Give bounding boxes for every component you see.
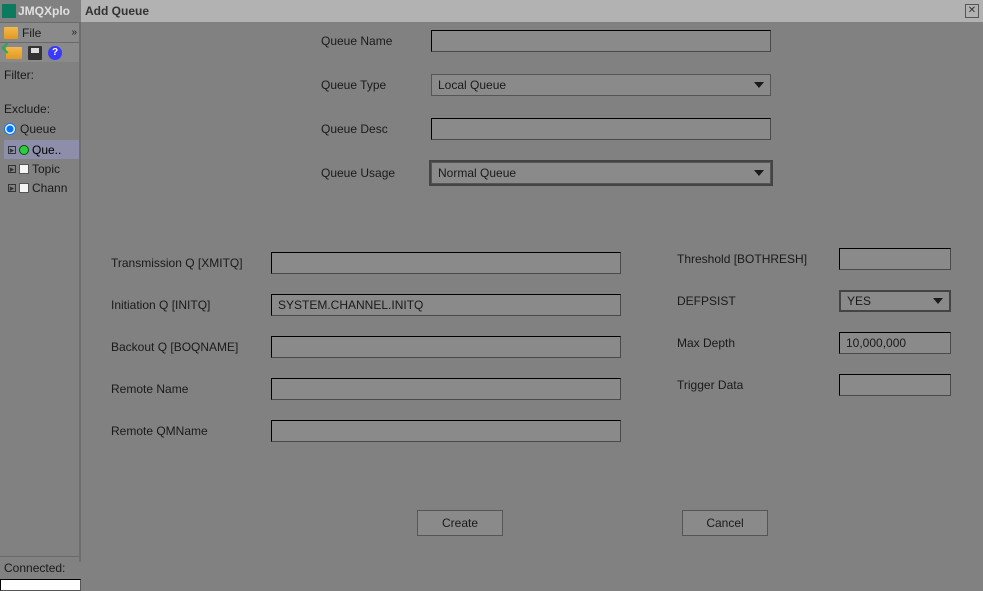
app-title: JMQXplo — [18, 4, 70, 18]
app-icon — [2, 4, 16, 18]
queue-radio-row[interactable]: Queue — [0, 116, 81, 136]
queue-type-select[interactable]: Local Queue — [431, 74, 771, 96]
queue-name-label: Queue Name — [321, 34, 431, 48]
trigger-data-label: Trigger Data — [677, 378, 839, 392]
status-bar: Connected: — [0, 556, 81, 591]
cancel-button-label: Cancel — [706, 516, 743, 530]
queue-type-value: Local Queue — [438, 78, 506, 92]
chevron-down-icon — [933, 298, 943, 304]
menu-bar: File » — [0, 22, 81, 42]
queue-node-icon — [19, 145, 29, 155]
open-icon[interactable] — [6, 47, 22, 59]
queue-usage-label: Queue Usage — [321, 166, 431, 180]
form-left-section: Transmission Q [XMITQ] Initiation Q [INI… — [111, 252, 671, 462]
toolbar: ? — [0, 42, 81, 62]
tree-expand-icon[interactable]: ▸ — [8, 146, 16, 154]
queue-type-label: Queue Type — [321, 78, 431, 92]
initq-label: Initiation Q [INITQ] — [111, 298, 271, 312]
xmitq-input[interactable] — [271, 252, 621, 274]
remote-qmname-label: Remote QMName — [111, 424, 271, 438]
queue-desc-input[interactable] — [431, 118, 771, 140]
chevron-down-icon — [754, 82, 764, 88]
dialog-titlebar: Add Queue ✕ — [81, 0, 983, 22]
tree: ▸ Que.. ▸ Topic ▸ Chann — [0, 136, 81, 197]
chevron-down-icon — [754, 170, 764, 176]
tree-item-label: Que.. — [32, 143, 61, 157]
tree-item-queue[interactable]: ▸ Que.. — [4, 140, 81, 159]
filter-label: Filter: — [0, 62, 81, 82]
queue-radio-label: Queue — [20, 122, 56, 136]
save-icon[interactable] — [28, 46, 42, 60]
tree-item-label: Topic — [32, 162, 60, 176]
trigger-data-input[interactable] — [839, 374, 951, 396]
tree-expand-icon[interactable]: ▸ — [8, 165, 16, 173]
initq-input[interactable] — [271, 294, 621, 316]
main-window-sidebar: JMQXplo File » ? Filter: Exclude: Queue … — [0, 0, 81, 591]
create-button[interactable]: Create — [417, 510, 503, 536]
queue-desc-label: Queue Desc — [321, 122, 431, 136]
chevron-right-icon[interactable]: » — [71, 29, 77, 37]
max-depth-input[interactable] — [839, 332, 951, 354]
remote-name-label: Remote Name — [111, 382, 271, 396]
status-label: Connected: — [0, 557, 81, 579]
tree-item-channel[interactable]: ▸ Chann — [4, 178, 81, 197]
cancel-button[interactable]: Cancel — [682, 510, 768, 536]
file-icon — [4, 27, 18, 39]
create-button-label: Create — [442, 516, 478, 530]
defpsist-value: YES — [847, 294, 871, 308]
menu-file-label: File — [22, 26, 41, 40]
close-icon[interactable]: ✕ — [965, 4, 979, 18]
form-top-section: Queue Name Queue Type Local Queue Queue … — [321, 30, 841, 206]
form-right-section: Threshold [BOTHRESH] DEFPSIST YES Max De… — [677, 248, 977, 416]
status-value-box — [0, 579, 81, 591]
defpsist-label: DEFPSIST — [677, 294, 839, 308]
queue-name-input[interactable] — [431, 30, 771, 52]
app-titlebar: JMQXplo — [0, 0, 81, 22]
boqname-label: Backout Q [BOQNAME] — [111, 340, 271, 354]
channel-node-icon — [19, 183, 29, 193]
dialog-title: Add Queue — [85, 4, 149, 18]
bothresh-input[interactable] — [839, 248, 951, 270]
exclude-label: Exclude: — [0, 82, 81, 116]
max-depth-label: Max Depth — [677, 336, 839, 350]
topic-node-icon — [19, 164, 29, 174]
xmitq-label: Transmission Q [XMITQ] — [111, 256, 271, 270]
boqname-input[interactable] — [271, 336, 621, 358]
tree-item-label: Chann — [32, 181, 67, 195]
tree-expand-icon[interactable]: ▸ — [8, 184, 16, 192]
dialog-button-row: Create Cancel — [81, 510, 983, 536]
tree-item-topic[interactable]: ▸ Topic — [4, 159, 81, 178]
defpsist-select[interactable]: YES — [839, 290, 951, 312]
queue-usage-select[interactable]: Normal Queue — [431, 162, 771, 184]
add-queue-dialog: Add Queue ✕ Queue Name Queue Type Local … — [81, 0, 983, 591]
bothresh-label: Threshold [BOTHRESH] — [677, 252, 839, 266]
remote-name-input[interactable] — [271, 378, 621, 400]
queue-usage-value: Normal Queue — [438, 166, 516, 180]
queue-radio[interactable] — [4, 123, 16, 135]
remote-qmname-input[interactable] — [271, 420, 621, 442]
menu-file[interactable]: File — [4, 26, 41, 40]
help-icon[interactable]: ? — [48, 46, 62, 60]
